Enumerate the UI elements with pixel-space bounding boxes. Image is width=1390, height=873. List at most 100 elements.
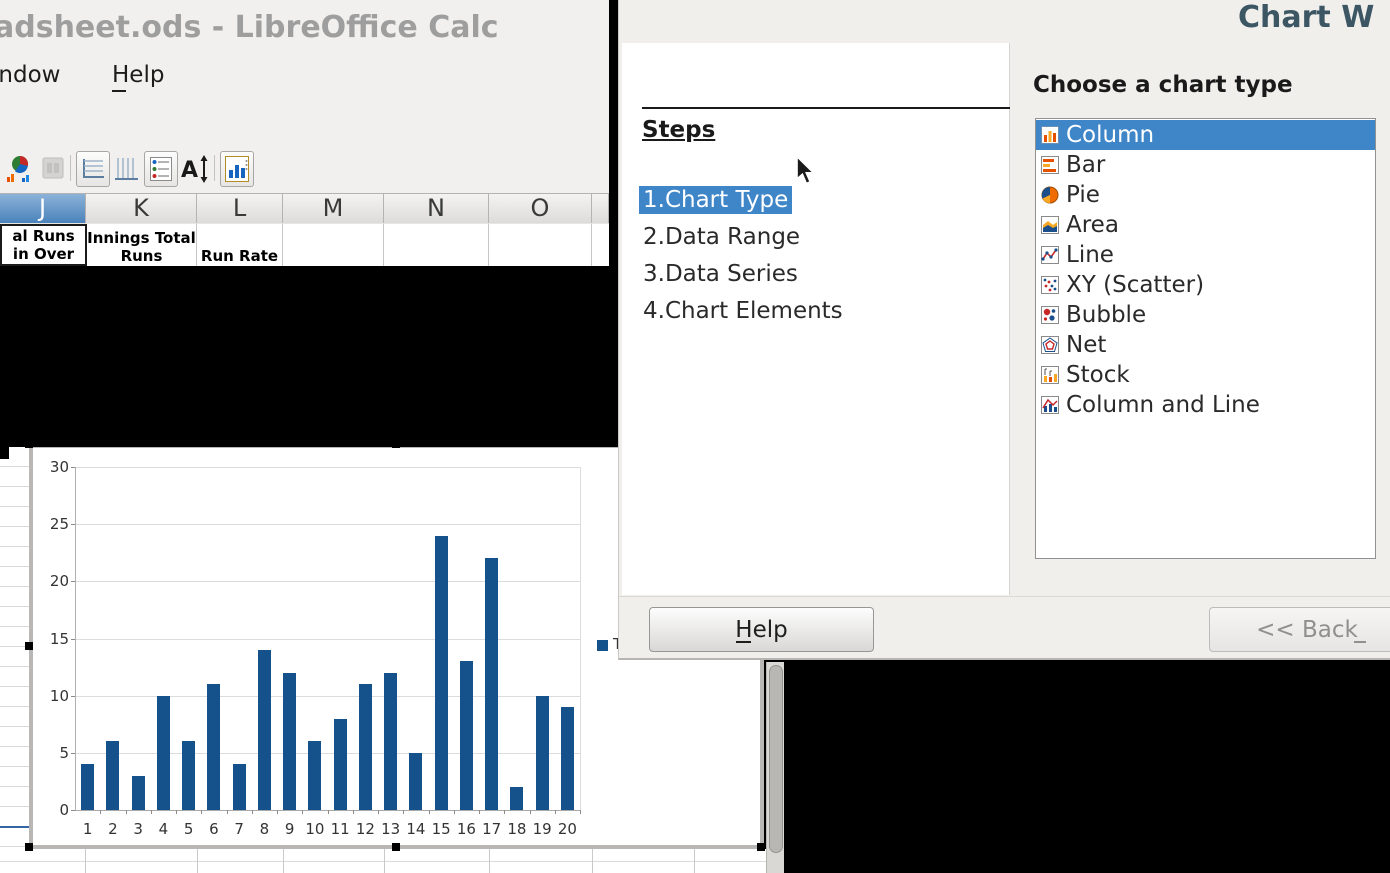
y-axis-label: 5 bbox=[35, 744, 69, 762]
line-chart-icon bbox=[1041, 246, 1059, 264]
scrollbar-thumb[interactable] bbox=[769, 665, 783, 853]
col-gridline bbox=[197, 849, 198, 873]
selection-handle[interactable] bbox=[757, 843, 765, 851]
help-button[interactable]: Help bbox=[649, 607, 874, 652]
menu-help[interactable]: Help bbox=[112, 62, 164, 88]
x-axis-label: 10 bbox=[302, 820, 328, 838]
y-axis-label: 20 bbox=[35, 572, 69, 590]
chart-type-pie[interactable]: Pie bbox=[1036, 180, 1375, 210]
chart-type-area[interactable]: Area bbox=[1036, 210, 1375, 240]
dialog-footer-divider bbox=[619, 596, 1390, 597]
calc-window-chrome: adsheet.ods - LibreOffice Calc indow Hel… bbox=[0, 0, 609, 266]
cell-o1[interactable] bbox=[489, 224, 592, 266]
bar-4 bbox=[157, 696, 170, 810]
bar-15 bbox=[435, 536, 448, 810]
selection-handle[interactable] bbox=[392, 843, 400, 851]
cell-m1[interactable] bbox=[283, 224, 384, 266]
chart-type-label: Bubble bbox=[1066, 302, 1146, 328]
column-header-partial[interactable] bbox=[592, 194, 609, 223]
screen: { "calc": { "window_title": "adsheet.ods… bbox=[0, 0, 1390, 873]
x-tick bbox=[328, 810, 329, 814]
back-button-mnemonic bbox=[1354, 641, 1366, 643]
bar-5 bbox=[182, 741, 195, 810]
gridline bbox=[75, 696, 580, 697]
cell-n1[interactable] bbox=[384, 224, 489, 266]
selection-handle[interactable] bbox=[25, 642, 33, 650]
x-axis-label: 17 bbox=[479, 820, 505, 838]
x-tick bbox=[504, 810, 505, 814]
data-table-icon bbox=[225, 156, 249, 182]
x-axis-label: 5 bbox=[176, 820, 202, 838]
chart-type-icon[interactable] bbox=[6, 155, 34, 183]
chart-type-line[interactable]: Line bbox=[1036, 240, 1375, 270]
menu-window[interactable]: indow bbox=[0, 62, 60, 88]
toolbar-separator bbox=[70, 155, 71, 181]
col-gridline bbox=[592, 849, 593, 873]
selection-handle[interactable] bbox=[392, 440, 400, 448]
step-chart-elements[interactable]: 4.Chart Elements bbox=[639, 297, 847, 325]
bar-17 bbox=[485, 558, 498, 810]
chart-type-stock[interactable]: Stock bbox=[1036, 360, 1375, 390]
step-data-series[interactable]: 3.Data Series bbox=[639, 260, 802, 288]
step-data-range[interactable]: 2.Data Range bbox=[639, 223, 804, 251]
gridline bbox=[75, 467, 580, 468]
data-table-button[interactable] bbox=[220, 151, 254, 187]
chart-type-column-and-line[interactable]: Column and Line bbox=[1036, 390, 1375, 420]
selection-handle[interactable] bbox=[25, 440, 33, 448]
cell-l1[interactable]: Run Rate bbox=[197, 224, 283, 266]
selection-handle[interactable] bbox=[25, 843, 33, 851]
help-button-mnemonic bbox=[736, 641, 751, 643]
data-range-border bbox=[0, 826, 29, 828]
chart-toolbar: A bbox=[0, 150, 609, 192]
x-tick bbox=[302, 810, 303, 814]
x-tick bbox=[555, 810, 556, 814]
x-tick bbox=[429, 810, 430, 814]
xy-scatter-icon bbox=[1041, 276, 1059, 294]
gridline bbox=[75, 581, 580, 582]
column-header-n[interactable]: N bbox=[384, 194, 489, 223]
x-tick bbox=[580, 810, 581, 814]
x-axis-label: 3 bbox=[125, 820, 151, 838]
chart-type-column[interactable]: Column bbox=[1036, 120, 1375, 150]
legend-toggle-button[interactable] bbox=[144, 151, 178, 187]
steps-divider bbox=[642, 107, 1010, 109]
cell-k1[interactable]: Innings Total Runs bbox=[87, 224, 197, 266]
cell-j1[interactable]: al Runs in Over bbox=[0, 224, 87, 266]
column-header-l[interactable]: L bbox=[197, 194, 283, 223]
x-tick bbox=[252, 810, 253, 814]
x-tick bbox=[100, 810, 101, 814]
column-header-m[interactable]: M bbox=[283, 194, 384, 223]
choose-chart-type-heading: Choose a chart type bbox=[1033, 72, 1293, 98]
back-button-label: << Back bbox=[1256, 617, 1358, 643]
net-chart-icon bbox=[1041, 336, 1059, 354]
bar-9 bbox=[283, 673, 296, 810]
x-tick bbox=[403, 810, 404, 814]
vertical-scrollbar[interactable] bbox=[766, 662, 784, 873]
bar-2 bbox=[106, 741, 119, 810]
bar-11 bbox=[334, 719, 347, 810]
vertical-grids-icon[interactable] bbox=[113, 155, 139, 181]
toolbar-separator bbox=[214, 155, 215, 181]
x-tick bbox=[151, 810, 152, 814]
chart-type-xy-scatter[interactable]: XY (Scatter) bbox=[1036, 270, 1375, 300]
back-button[interactable]: << Back bbox=[1209, 607, 1390, 652]
text-attributes-icon[interactable]: A bbox=[180, 155, 210, 183]
dialog-title: Chart W bbox=[1238, 0, 1374, 35]
plot-border bbox=[580, 467, 581, 810]
x-axis-label: 7 bbox=[226, 820, 252, 838]
chart-type-bubble[interactable]: Bubble bbox=[1036, 300, 1375, 330]
selection-border-fragment bbox=[0, 447, 9, 459]
bar-19 bbox=[536, 696, 549, 810]
column-header-k[interactable]: K bbox=[86, 194, 197, 223]
chart-type-net[interactable]: Net bbox=[1036, 330, 1375, 360]
chart-type-label: Area bbox=[1066, 212, 1119, 238]
chart-selection-border bbox=[0, 443, 618, 447]
column-header-j[interactable]: J bbox=[0, 194, 86, 223]
x-axis-label: 4 bbox=[150, 820, 176, 838]
column-header-o[interactable]: O bbox=[489, 194, 592, 223]
help-mnemonic-underline bbox=[112, 90, 126, 92]
horizontal-grids-button[interactable] bbox=[76, 151, 110, 187]
bar-1 bbox=[81, 764, 94, 810]
step-chart-type[interactable]: 1.Chart Type bbox=[639, 186, 792, 214]
chart-type-bar[interactable]: Bar bbox=[1036, 150, 1375, 180]
